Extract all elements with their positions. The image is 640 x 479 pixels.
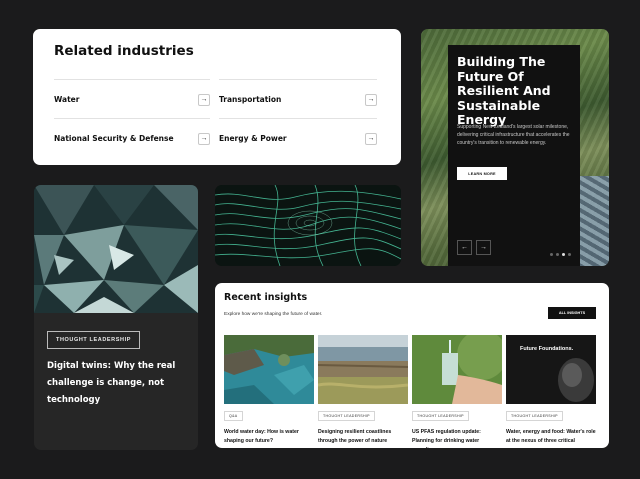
water-glass-image — [412, 335, 502, 404]
carousel-dot[interactable] — [568, 253, 571, 256]
article-title: Water, energy and food: Water's role at … — [506, 429, 596, 448]
topography-image — [215, 185, 401, 266]
arrow-right-icon: → — [198, 93, 210, 106]
industry-link-water[interactable]: Water → — [54, 79, 210, 119]
thought-leadership-title[interactable]: Digital twins: Why the real challenge is… — [47, 358, 187, 409]
article-tag: THOUGHT LEADERSHIP — [506, 411, 563, 421]
industry-link-transportation[interactable]: Transportation → — [219, 79, 377, 119]
recent-insights-subtitle: Explore how we're shaping the future of … — [224, 312, 323, 317]
learn-more-button[interactable]: LEARN MORE — [457, 167, 507, 180]
arrow-right-icon: → — [365, 132, 377, 145]
article-tag: THOUGHT LEADERSHIP — [412, 411, 469, 421]
carousel-dots — [550, 253, 571, 256]
arrow-right-icon: → — [198, 132, 210, 145]
industry-link-energy-power[interactable]: Energy & Power → — [219, 118, 377, 158]
arrow-left-icon: ← — [461, 244, 468, 251]
all-insights-button[interactable]: ALL INSIGHTS — [548, 307, 596, 319]
arrow-right-icon: → — [480, 244, 487, 251]
carousel-dot[interactable] — [550, 253, 553, 256]
insight-article[interactable]: Future Foundations. THOUGHT LEADERSHIP W… — [506, 335, 596, 448]
arrow-right-icon: → — [365, 93, 377, 106]
carousel-dot-active[interactable] — [562, 253, 565, 256]
hero-overlay-panel: Building The Future Of Resilient And Sus… — [448, 45, 580, 266]
future-foundations-image: Future Foundations. — [506, 335, 596, 404]
thought-leadership-card[interactable]: THOUGHT LEADERSHIP Digital twins: Why th… — [34, 185, 198, 450]
related-industries-card: Related industries Water → Transportatio… — [33, 29, 401, 165]
hero-carousel: Building The Future Of Resilient And Sus… — [421, 29, 609, 266]
industry-label: National Security & Defense — [54, 134, 174, 143]
insight-article[interactable]: THOUGHT LEADERSHIP US PFAS regulation up… — [412, 335, 502, 448]
recent-insights-card: Recent insights Explore how we're shapin… — [215, 283, 609, 448]
carousel-prev-button[interactable]: ← — [457, 240, 472, 255]
article-title: World water day: How is water shaping ou… — [224, 429, 299, 444]
wetland-coast-image — [318, 335, 408, 404]
industry-label: Transportation — [219, 95, 282, 104]
thought-leadership-tag: THOUGHT LEADERSHIP — [47, 331, 140, 349]
industry-label: Energy & Power — [219, 134, 287, 143]
coastline-water-image — [224, 335, 314, 404]
related-industries-title: Related industries — [54, 43, 194, 59]
hero-title: Building The Future Of Resilient And Sus… — [457, 54, 551, 127]
article-tag: Q&A — [224, 411, 243, 421]
insight-article[interactable]: Q&A World water day: How is water shapin… — [224, 335, 314, 446]
industry-link-national-security[interactable]: National Security & Defense → — [54, 118, 210, 158]
architecture-image — [34, 185, 198, 313]
thumb-caption: Future Foundations. — [520, 346, 574, 352]
article-title: US PFAS regulation update: Planning for … — [412, 429, 481, 448]
insight-article[interactable]: THOUGHT LEADERSHIP Designing resilient c… — [318, 335, 408, 446]
carousel-dot[interactable] — [556, 253, 559, 256]
industry-label: Water — [54, 95, 80, 104]
article-title: Designing resilient coastlines through t… — [318, 429, 392, 444]
recent-insights-title: Recent insights — [224, 292, 308, 303]
hero-description: Supporting New Zealand's largest solar m… — [457, 124, 570, 146]
carousel-next-button[interactable]: → — [476, 240, 491, 255]
article-tag: THOUGHT LEADERSHIP — [318, 411, 375, 421]
